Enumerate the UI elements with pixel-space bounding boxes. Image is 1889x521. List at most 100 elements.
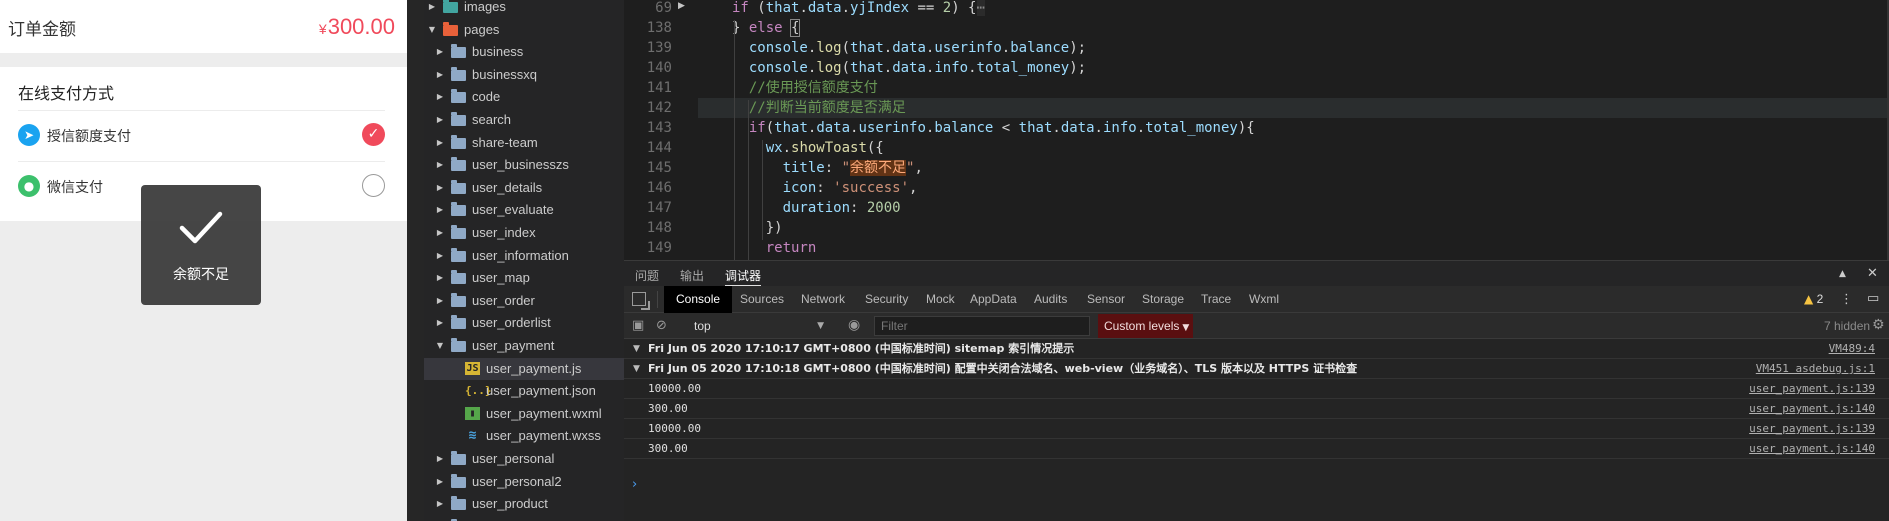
source-link[interactable]: user_payment.js:139: [1749, 379, 1875, 399]
chevron-right-icon[interactable]: ▶: [435, 177, 445, 199]
chevron-right-icon[interactable]: ▶: [435, 222, 445, 244]
context-select[interactable]: top ▼: [694, 317, 824, 335]
code-line[interactable]: return: [698, 238, 1889, 258]
chevron-right-icon[interactable]: ▶: [435, 132, 445, 154]
tree-folder[interactable]: ▶ images: [424, 0, 624, 18]
chevron-right-icon[interactable]: ▶: [435, 448, 445, 470]
tree-file[interactable]: ▮ user_payment.wxml: [424, 403, 624, 425]
tree-file[interactable]: ≋ user_payment.wxss: [424, 425, 624, 447]
devtools-tab-sensor[interactable]: Sensor: [1075, 286, 1137, 313]
chevron-right-icon[interactable]: ▶: [435, 64, 445, 86]
filter-input[interactable]: [874, 316, 1090, 336]
devtools-tab-wxml[interactable]: Wxml: [1237, 286, 1291, 313]
code-line[interactable]: //使用授信额度支付: [698, 78, 1889, 98]
code-line[interactable]: //判断当前额度是否满足: [698, 98, 1889, 118]
tree-folder[interactable]: ▶ user_index: [424, 222, 624, 244]
code-line[interactable]: wx.showToast({: [698, 138, 1889, 158]
fold-arrow-icon[interactable]: ▶: [678, 1, 685, 11]
code-line[interactable]: }): [698, 218, 1889, 238]
source-link[interactable]: VM489:4: [1829, 339, 1875, 359]
tree-folder[interactable]: ▶ search: [424, 109, 624, 131]
code-line[interactable]: if (that.data.yjIndex == 2) {⋯: [698, 0, 1889, 18]
code-line[interactable]: title: "余额不足",: [698, 158, 1889, 178]
devtools-tab-storage[interactable]: Storage: [1130, 286, 1196, 313]
tab-debugger[interactable]: 调试器: [725, 267, 761, 284]
inspect-element-icon[interactable]: [632, 292, 650, 310]
console-settings-icon[interactable]: ⚙: [1872, 317, 1885, 333]
chevron-right-icon[interactable]: ▶: [435, 493, 445, 515]
tab-problems[interactable]: 问题: [635, 267, 659, 284]
chevron-right-icon[interactable]: ▶: [435, 245, 445, 267]
chevron-right-icon[interactable]: ▶: [435, 471, 445, 493]
devtools-tab-trace[interactable]: Trace: [1189, 286, 1243, 313]
log-levels-dropdown[interactable]: Custom levels ▼: [1098, 314, 1193, 338]
tree-folder[interactable]: ▶ businessxq: [424, 64, 624, 86]
chevron-right-icon[interactable]: ▶: [435, 199, 445, 221]
code-area[interactable]: if (that.data.yjIndex == 2) {⋯} else { c…: [698, 0, 1889, 260]
chevron-right-icon[interactable]: ▶: [435, 109, 445, 131]
console-sidebar-icon[interactable]: ▣: [632, 318, 644, 333]
tree-folder[interactable]: ▶ user_evaluate: [424, 199, 624, 221]
tree-folder[interactable]: ▶ user_map: [424, 267, 624, 289]
tree-folder[interactable]: ▶ user_quota: [424, 516, 624, 521]
simulator-splitter[interactable]: [407, 0, 424, 521]
console-group[interactable]: ▼ Fri Jun 05 2020 17:10:17 GMT+0800 (中国标准…: [624, 339, 1889, 359]
radio-checked[interactable]: ✓: [362, 123, 385, 146]
warnings-counter[interactable]: ▲ 2: [1804, 292, 1823, 306]
chevron-right-icon[interactable]: ▶: [435, 312, 445, 334]
chevron-down-icon[interactable]: ▼: [427, 19, 437, 41]
devtools-tab-appdata[interactable]: AppData: [958, 286, 1029, 313]
clear-console-icon[interactable]: ⊘: [656, 318, 667, 333]
chevron-right-icon[interactable]: ▶: [435, 267, 445, 289]
tree-folder[interactable]: ▶ user_personal: [424, 448, 624, 470]
chevron-right-icon[interactable]: ▶: [427, 0, 437, 18]
code-line[interactable]: console.log(that.data.userinfo.balance);: [698, 38, 1889, 58]
code-editor[interactable]: 69 138 139 140 141 142 143 144 145 146 147 148 149 ▶…: [624, 0, 1889, 260]
chevron-down-icon[interactable]: ▼: [435, 335, 445, 357]
tree-folder[interactable]: ▶ user_information: [424, 245, 624, 267]
tree-folder[interactable]: ▶ user_orderlist: [424, 312, 624, 334]
source-link[interactable]: VM451 asdebug.js:1: [1756, 359, 1875, 379]
tree-folder[interactable]: ▼ pages: [424, 19, 624, 41]
code-line[interactable]: console.log(that.data.info.total_money);: [698, 58, 1889, 78]
chevron-right-icon[interactable]: ▶: [435, 41, 445, 63]
dock-side-icon[interactable]: ▭: [1867, 291, 1879, 306]
source-link[interactable]: user_payment.js:140: [1749, 399, 1875, 419]
code-line[interactable]: } else {: [698, 18, 1889, 38]
devtools-tab-sources[interactable]: Sources: [728, 286, 796, 313]
tree-folder[interactable]: ▶ code: [424, 86, 624, 108]
code-line[interactable]: duration: 2000: [698, 198, 1889, 218]
code-line[interactable]: icon: 'success',: [698, 178, 1889, 198]
tree-folder[interactable]: ▶ user_businesszs: [424, 154, 624, 176]
live-expression-icon[interactable]: ◉: [848, 317, 860, 333]
tree-folder[interactable]: ▶ user_order: [424, 290, 624, 312]
tree-file[interactable]: {..} user_payment.json: [424, 380, 624, 402]
console-prompt[interactable]: ›: [632, 477, 637, 492]
devtools-tab-audits[interactable]: Audits: [1022, 286, 1079, 313]
tree-folder[interactable]: ▶ user_product: [424, 493, 624, 515]
source-link[interactable]: user_payment.js:140: [1749, 439, 1875, 459]
close-panel-icon[interactable]: ✕: [1867, 266, 1878, 281]
devtools-tab-network[interactable]: Network: [789, 286, 857, 313]
code-line[interactable]: if(that.data.userinfo.balance < that.dat…: [698, 118, 1889, 138]
payment-option-credit[interactable]: ➤ 授信额度支付 ✓: [18, 115, 385, 155]
console-group[interactable]: ▼ Fri Jun 05 2020 17:10:18 GMT+0800 (中国标准…: [624, 359, 1889, 379]
tree-folder[interactable]: ▶ share-team: [424, 132, 624, 154]
devtools-tab-security[interactable]: Security: [853, 286, 920, 313]
tree-folder[interactable]: ▶ user_details: [424, 177, 624, 199]
radio-unchecked[interactable]: [362, 174, 385, 197]
chevron-right-icon[interactable]: ▶: [435, 516, 445, 521]
tab-output[interactable]: 输出: [680, 267, 704, 284]
tree-folder[interactable]: ▼ user_payment: [424, 335, 624, 357]
chevron-right-icon[interactable]: ▶: [435, 154, 445, 176]
chevron-down-icon[interactable]: ▼: [633, 359, 640, 379]
chevron-right-icon[interactable]: ▶: [435, 86, 445, 108]
chevron-down-icon[interactable]: ▼: [633, 339, 640, 359]
tree-folder[interactable]: ▶ user_personal2: [424, 471, 624, 493]
maximize-panel-icon[interactable]: ▲: [1839, 269, 1846, 279]
tree-folder[interactable]: ▶ business: [424, 41, 624, 63]
source-link[interactable]: user_payment.js:139: [1749, 419, 1875, 439]
tree-file[interactable]: JS user_payment.js: [424, 357, 624, 380]
chevron-right-icon[interactable]: ▶: [435, 290, 445, 312]
more-options-icon[interactable]: ⋮: [1840, 292, 1853, 307]
